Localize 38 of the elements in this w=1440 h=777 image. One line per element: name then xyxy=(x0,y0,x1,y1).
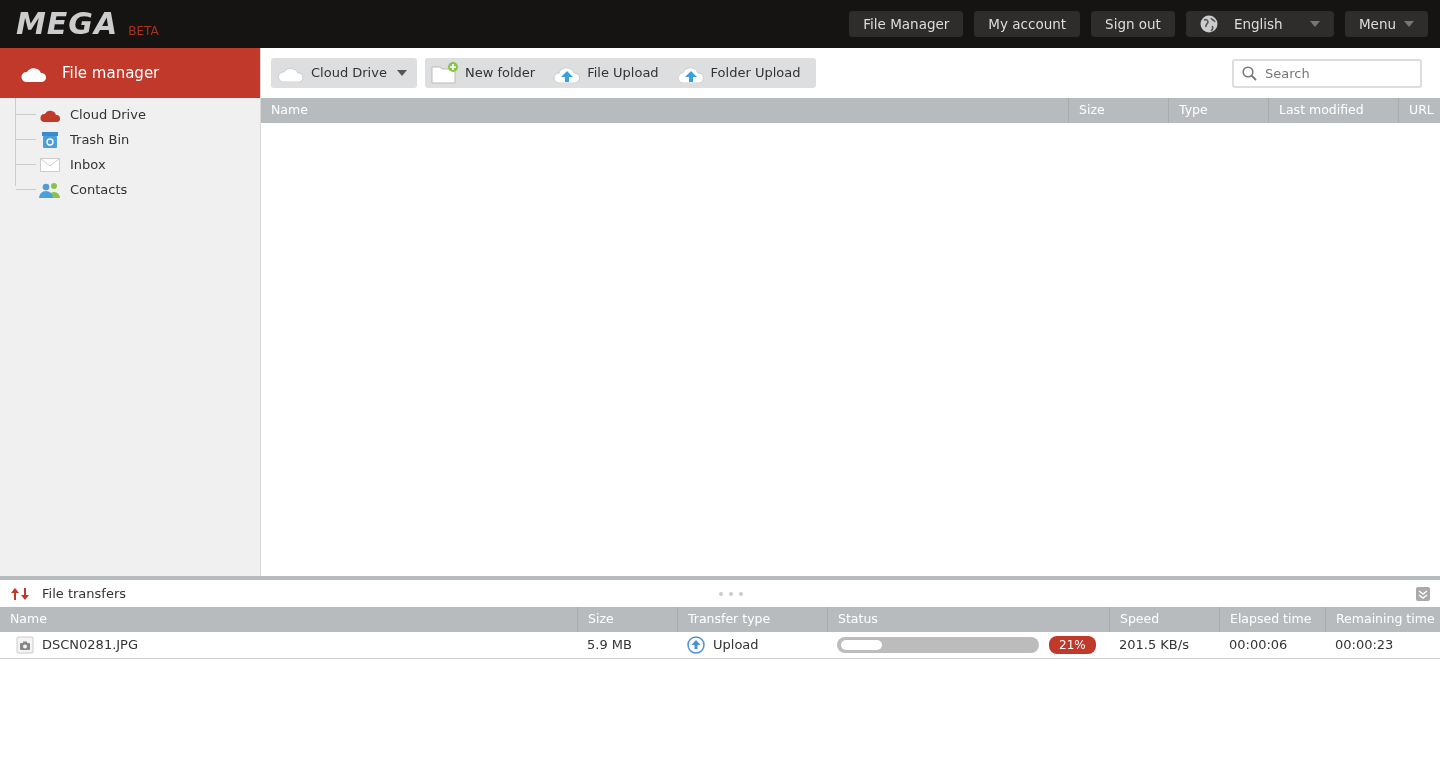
camera-file-icon xyxy=(16,636,34,654)
recycle-bin-icon xyxy=(41,130,59,149)
upload-icon xyxy=(687,636,705,654)
caret-icon xyxy=(396,70,407,76)
caret-icon xyxy=(1404,21,1414,27)
nav-button[interactable]: File Manager xyxy=(849,11,964,37)
toolbar-button[interactable]: File Upload xyxy=(553,63,669,83)
nav-button[interactable]: My account xyxy=(974,11,1081,37)
language-dropdown[interactable]: English xyxy=(1185,11,1334,37)
table-cell-text: 00:00:23 xyxy=(1335,636,1394,655)
table-cell-text: 5.9 MB xyxy=(587,636,632,655)
table-cell-text: DSCN0281.JPG xyxy=(42,636,139,655)
sidebar-item[interactable]: Inbox xyxy=(70,154,106,175)
percent-label: 21% xyxy=(1049,636,1096,654)
envelope-icon xyxy=(40,157,60,172)
logo: MEGA xyxy=(16,9,119,39)
collapse-icon[interactable] xyxy=(1416,586,1430,601)
people-icon xyxy=(39,181,61,198)
table-cell-text: 201.5 KB/s xyxy=(1119,636,1189,655)
search-field[interactable]: Search xyxy=(1232,58,1422,88)
globe-icon xyxy=(1199,15,1218,33)
sidebar-title: File manager xyxy=(62,62,160,84)
transfers-title: File transfers xyxy=(42,584,126,603)
sidebar-item[interactable]: Contacts xyxy=(70,179,128,200)
caret-icon xyxy=(1309,21,1320,27)
menu-dropdown[interactable]: Menu xyxy=(1344,11,1428,37)
toolbar-button[interactable]: Folder Upload xyxy=(676,63,811,83)
location-dropdown[interactable]: Cloud Drive xyxy=(271,58,417,88)
transfer-arrows-icon xyxy=(10,586,30,601)
folder-add-icon xyxy=(430,62,459,84)
drag-handle-icon xyxy=(718,590,744,597)
nav-button[interactable]: Sign out xyxy=(1091,11,1175,37)
sidebar-item[interactable]: Cloud Drive xyxy=(70,104,146,125)
table-cell-text: Upload xyxy=(713,636,759,655)
table-cell-text: 00:00:06 xyxy=(1229,636,1288,655)
beta-label: BETA xyxy=(128,23,159,40)
sidebar-item[interactable]: Trash Bin xyxy=(70,129,130,150)
toolbar-button[interactable]: New folder xyxy=(430,62,546,84)
